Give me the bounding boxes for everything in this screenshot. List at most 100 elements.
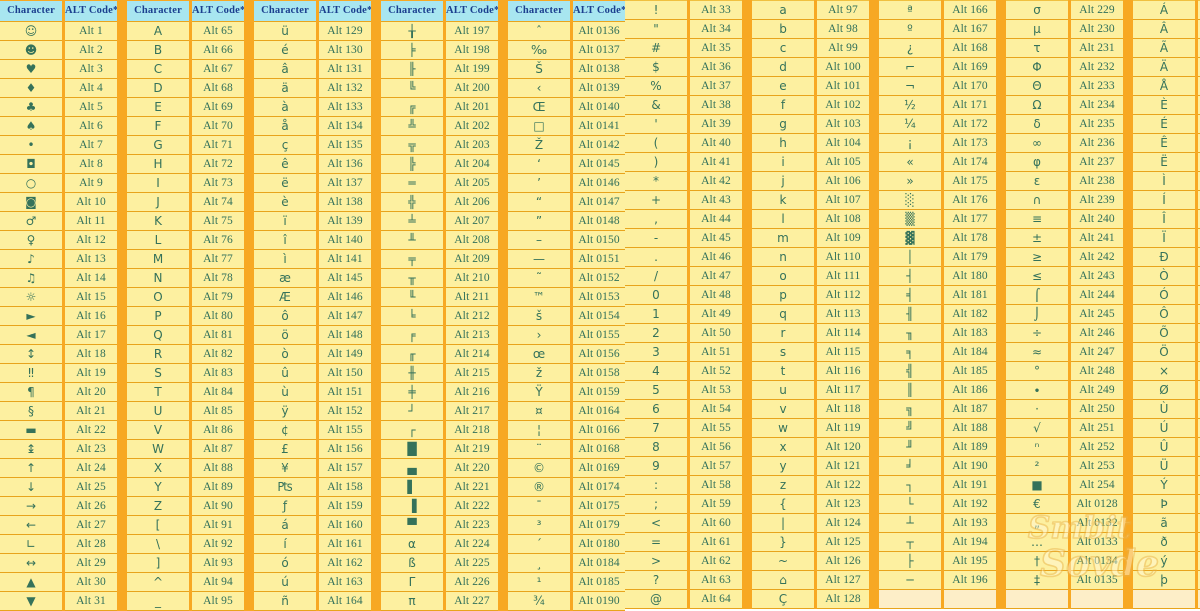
character-cell: Φ: [1006, 57, 1068, 77]
alt-code-cell: Alt 248: [1071, 361, 1123, 381]
column-gutter: [1123, 228, 1133, 248]
column-gutter: [869, 171, 879, 191]
character-cell: ü: [254, 21, 316, 41]
table-row: ♦ Alt 4 D Alt 68 ä Alt 132 ╚ Alt 200 ‹ Alt 0139: [0, 78, 625, 98]
alt-code-cell: Alt 57: [690, 456, 742, 476]
alt-code-cell: Alt 121: [817, 456, 869, 476]
character-cell: 8: [625, 437, 687, 457]
character-cell: *: [625, 171, 687, 191]
character-cell: Î: [1133, 209, 1195, 229]
column-gutter: [244, 268, 254, 288]
character-cell: ○: [0, 173, 62, 193]
column-gutter: [117, 249, 127, 269]
alt-code-cell: Alt 157: [319, 458, 371, 478]
table-row: +Alt 43kAlt 107░Alt 176∩Alt 239ÍAlt 0205: [625, 190, 1200, 210]
table-row: 2Alt 50rAlt 114╖Alt 183÷Alt 246ÕAlt 0213: [625, 323, 1200, 343]
alt-code-cell: Alt 240: [1071, 209, 1123, 229]
alt-code-cell: Alt 56: [690, 437, 742, 457]
character-cell: +: [625, 190, 687, 210]
character-cell: V: [127, 420, 189, 440]
character-cell: |: [752, 513, 814, 533]
column-gutter: [1123, 19, 1133, 39]
alt-code-cell: Alt 200: [446, 78, 498, 98]
alt-code-cell: Alt 93: [192, 553, 244, 573]
column-gutter: [498, 116, 508, 136]
character-cell: ‡: [1006, 570, 1068, 590]
column-gutter: [244, 420, 254, 440]
table-row: ♠ Alt 6 F Alt 70 å Alt 134 ╩ Alt 202 □ Alt 0141: [0, 116, 625, 136]
character-cell: ╥: [381, 268, 443, 288]
column-gutter: [742, 57, 752, 77]
alt-code-cell: Alt 0179: [573, 515, 625, 535]
column-gutter: [371, 268, 381, 288]
alt-code-cell: Alt 113: [817, 304, 869, 324]
character-cell: F: [127, 116, 189, 136]
column-gutter: [371, 496, 381, 516]
column-gutter: [371, 458, 381, 478]
character-cell: ≥: [1006, 247, 1068, 267]
character-cell: U: [127, 401, 189, 421]
alt-code-cell: Alt 156: [319, 439, 371, 459]
alt-code-cell: Alt 128: [817, 589, 869, 609]
character-cell: 9: [625, 456, 687, 476]
alt-code-cell: Alt 8: [65, 154, 117, 174]
column-gutter: [996, 133, 1006, 153]
character-cell: Ï: [1133, 228, 1195, 248]
column-gutter: [498, 97, 508, 117]
column-gutter: [742, 133, 752, 153]
table-row: 0Alt 48pAlt 112╡Alt 181⌠Alt 244ÓAlt 0211: [625, 285, 1200, 305]
character-cell: R: [127, 344, 189, 364]
character-cell: ;: [625, 494, 687, 514]
column-gutter: [117, 78, 127, 98]
alt-code-cell: Alt 196: [944, 570, 996, 590]
alt-code-cell: Alt 0139: [573, 78, 625, 98]
column-gutter: [1123, 437, 1133, 457]
character-cell: Ä: [1133, 57, 1195, 77]
column-gutter: [742, 209, 752, 229]
character-cell: ≤: [1006, 266, 1068, 286]
column-gutter: [498, 439, 508, 459]
character-cell: ‼: [0, 363, 62, 383]
column-gutter: [498, 534, 508, 554]
character-cell: u: [752, 380, 814, 400]
character-cell: τ: [1006, 38, 1068, 58]
alt-code-cell: Alt 222: [446, 496, 498, 516]
column-gutter: [117, 154, 127, 174]
alt-code-cell: Alt 87: [192, 439, 244, 459]
alt-code-cell: Alt 18: [65, 344, 117, 364]
column-gutter: [1123, 342, 1133, 362]
table-row: ∟ Alt 28 \ Alt 92 í Alt 161 α Alt 224 ´ Alt 0180: [0, 534, 625, 554]
alt-code-cell: Alt 106: [817, 171, 869, 191]
table-row: ◄ Alt 17 Q Alt 81 ö Alt 148 ╒ Alt 213 › Alt 0155: [0, 325, 625, 345]
column-gutter: [244, 458, 254, 478]
column-gutter: [996, 209, 1006, 229]
alt-code-cell: Alt 109: [817, 228, 869, 248]
column-gutter: [869, 0, 879, 20]
character-cell: ╧: [381, 211, 443, 231]
alt-code-cell: Alt 247: [1071, 342, 1123, 362]
column-gutter: [996, 589, 1006, 609]
character-cell: δ: [1006, 114, 1068, 134]
column-gutter: [742, 152, 752, 172]
column-gutter: [117, 534, 127, 554]
column-gutter: [371, 344, 381, 364]
character-cell: ¢: [254, 420, 316, 440]
character-cell: ~: [752, 551, 814, 571]
column-gutter: [117, 287, 127, 307]
column-gutter: [371, 287, 381, 307]
character-cell: :: [625, 475, 687, 495]
alt-code-cell: Alt 234: [1071, 95, 1123, 115]
column-gutter: [371, 439, 381, 459]
character-cell: œ: [508, 344, 570, 364]
column-gutter: [498, 211, 508, 231]
column-gutter: [244, 249, 254, 269]
column-gutter: [996, 228, 1006, 248]
character-cell: ): [625, 152, 687, 172]
alt-code-cell: Alt 53: [690, 380, 742, 400]
column-gutter: [1123, 190, 1133, 210]
header-alt-code: ALT Code*: [446, 0, 498, 22]
character-cell: α: [381, 534, 443, 554]
character-cell: ─: [879, 570, 941, 590]
character-cell: $: [625, 57, 687, 77]
column-gutter: [996, 266, 1006, 286]
